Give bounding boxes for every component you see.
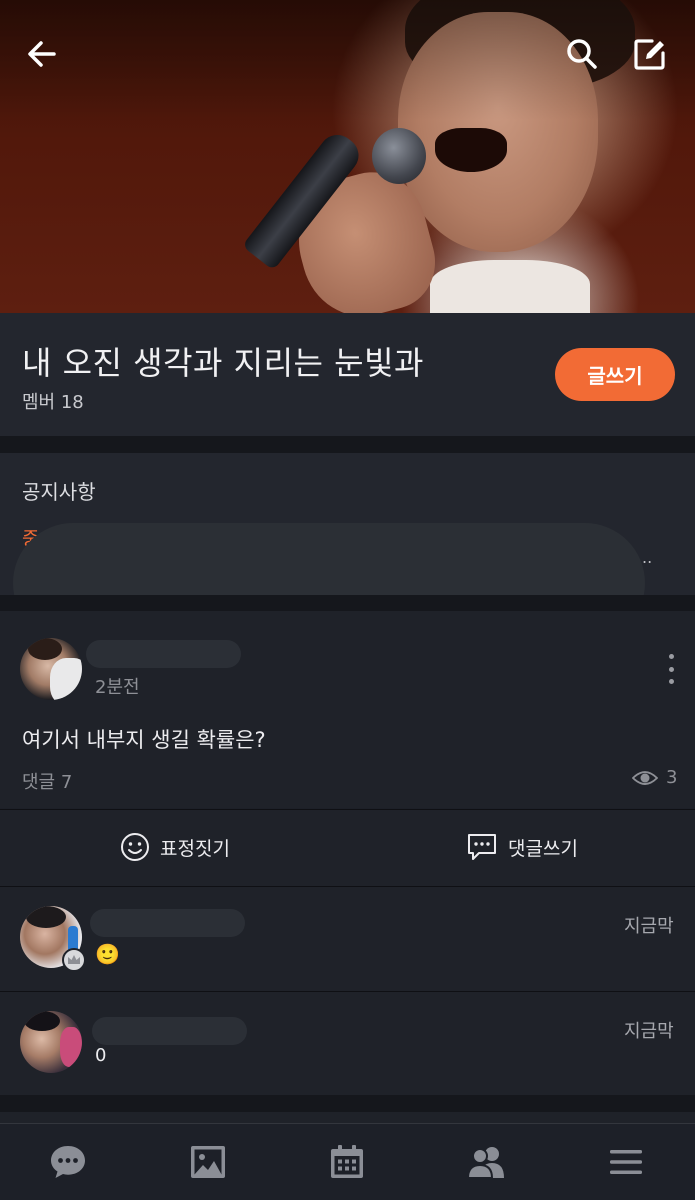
comment-text: 🙂 — [95, 942, 120, 966]
section-gap — [0, 1095, 695, 1112]
view-count-value: 3 — [666, 767, 678, 788]
commenter-name-redacted — [90, 909, 245, 937]
section-gap — [0, 436, 695, 453]
crown-icon — [68, 955, 80, 964]
search-icon — [567, 39, 597, 69]
nav-calendar[interactable] — [327, 1142, 367, 1182]
notice-label: 공지사항 — [22, 480, 96, 504]
menu-icon — [610, 1150, 642, 1174]
crown-badge — [62, 948, 86, 972]
back-button[interactable] — [20, 32, 64, 76]
react-label: 표정짓기 — [160, 837, 230, 860]
comment-count[interactable]: 댓글 7 — [22, 768, 72, 794]
search-button[interactable] — [560, 32, 604, 76]
compose-icon — [634, 39, 665, 70]
member-count[interactable]: 멤버 18 — [22, 388, 84, 414]
react-button[interactable]: 표정짓기 — [120, 832, 230, 862]
author-name-redacted — [86, 640, 241, 668]
avatar[interactable] — [20, 1011, 82, 1073]
section-gap — [0, 595, 695, 611]
nav-menu[interactable] — [606, 1142, 646, 1182]
write-comment-button[interactable]: 댓글쓰기 — [466, 832, 578, 862]
write-comment-label: 댓글쓰기 — [508, 837, 578, 860]
comment-text: 0 — [95, 1045, 107, 1066]
chat-icon — [51, 1146, 85, 1178]
notice-ellipsis: .. — [642, 548, 653, 567]
arrow-left-icon — [28, 41, 56, 67]
photo-icon — [191, 1146, 225, 1178]
post-time: 2분전 — [95, 677, 140, 698]
compose-button[interactable] — [628, 32, 672, 76]
post-actions — [0, 810, 695, 886]
calendar-icon — [331, 1145, 363, 1178]
nav-members[interactable] — [466, 1142, 506, 1182]
nav-chat[interactable] — [48, 1142, 88, 1182]
commenter-name-redacted — [92, 1017, 247, 1045]
comment-item[interactable] — [0, 887, 695, 991]
smile-icon — [121, 833, 149, 861]
avatar[interactable] — [20, 638, 82, 700]
eye-icon — [632, 770, 658, 785]
view-count: 3 — [632, 767, 677, 788]
band-title: 내 오진 생각과 지리는 눈빛과 — [22, 344, 424, 382]
comment-time: 지금막 — [624, 916, 674, 937]
nav-photos[interactable] — [188, 1142, 228, 1182]
more-options-button[interactable] — [660, 654, 682, 684]
comment-time: 지금막 — [624, 1021, 674, 1042]
write-button[interactable]: 글쓰기 — [555, 348, 675, 401]
post-body[interactable]: 여기서 내부지 생길 확률은? — [22, 724, 266, 754]
members-icon — [466, 1147, 504, 1179]
comment-icon — [468, 834, 496, 860]
